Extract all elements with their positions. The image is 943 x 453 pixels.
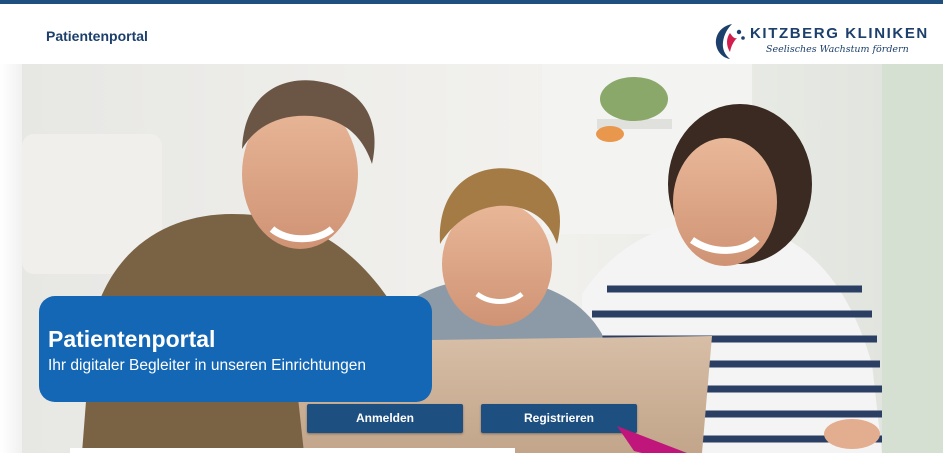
header-title[interactable]: Patientenportal — [46, 28, 148, 44]
left-edge-shadow — [0, 64, 22, 453]
page: Patientenportal KITZBERG KLINIKEN Seelis… — [0, 0, 943, 453]
login-button[interactable]: Anmelden — [307, 404, 463, 433]
kitzberg-logo-icon — [715, 24, 745, 59]
logo-tagline: Seelisches Wachstum fördern — [766, 44, 909, 55]
hero-title: Patientenportal — [48, 326, 216, 352]
kitzberg-logo[interactable]: KITZBERG KLINIKEN Seelisches Wachstum fö… — [712, 21, 927, 61]
hero-banner: Patientenportal Ihr digitaler Begleiter … — [39, 296, 432, 402]
site-header: Patientenportal KITZBERG KLINIKEN Seelis… — [0, 4, 943, 64]
hero-subtitle: Ihr digitaler Begleiter in unseren Einri… — [48, 357, 366, 374]
bottom-panel-edge — [70, 448, 515, 453]
logo-name: KITZBERG KLINIKEN — [750, 25, 929, 42]
mouse-cursor-icon — [617, 426, 687, 453]
